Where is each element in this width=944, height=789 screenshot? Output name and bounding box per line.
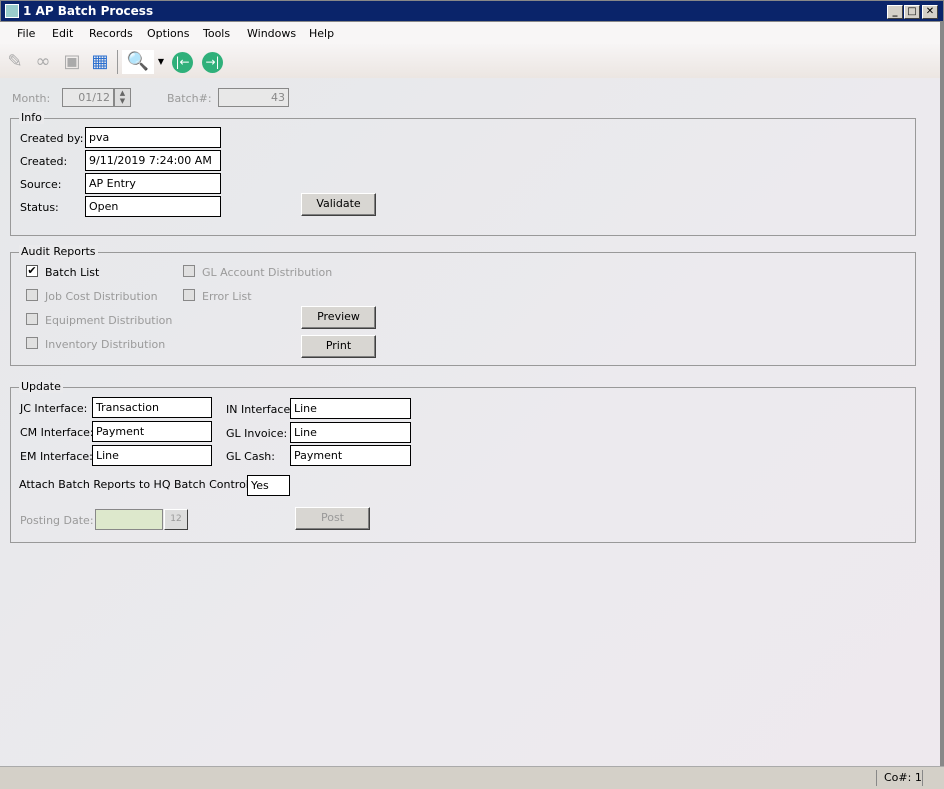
menu-bar: File Edit Records Options Tools Windows … [0, 22, 940, 44]
batch-list-label: Batch List [45, 266, 100, 279]
maximize-button[interactable]: □ [904, 5, 920, 19]
jc-interface-label: JC Interface: [20, 402, 88, 415]
em-interface-field[interactable]: Line [92, 445, 212, 466]
status-bar: Co#: 1 [0, 766, 944, 789]
batch-label: Batch#: [167, 92, 212, 105]
last-record-icon[interactable]: →| [202, 52, 223, 73]
batch-input: 43 [218, 88, 289, 107]
month-spinner[interactable]: ▲ ▼ [114, 88, 131, 107]
cm-interface-label: CM Interface: [20, 426, 94, 439]
box-icon[interactable]: ▣ [60, 50, 84, 74]
update-title: Update [19, 380, 63, 393]
binoculars-icon[interactable]: ∞ [31, 50, 55, 74]
dropdown-arrow-icon[interactable]: ▼ [155, 50, 167, 74]
info-title: Info [19, 111, 44, 124]
preview-button[interactable]: Preview [301, 306, 376, 329]
created-label: Created: [20, 155, 68, 168]
calculator-icon[interactable]: ▦ [88, 50, 112, 74]
title-bar: 1 AP Batch Process _ □ ✕ [0, 0, 944, 22]
post-button[interactable]: Post [295, 507, 370, 530]
em-interface-label: EM Interface: [20, 450, 93, 463]
source-field[interactable]: AP Entry [85, 173, 221, 194]
audit-reports-title: Audit Reports [19, 245, 98, 258]
cm-interface-field[interactable]: Payment [92, 421, 212, 442]
menu-records[interactable]: Records [89, 27, 133, 40]
menu-edit[interactable]: Edit [52, 27, 73, 40]
status-field[interactable]: Open [85, 196, 221, 217]
form-icon [5, 4, 19, 18]
gl-invoice-field[interactable]: Line [290, 422, 411, 443]
attach-batch-reports-field[interactable]: Yes [247, 475, 290, 496]
toolbar-separator [117, 50, 118, 74]
equipment-distribution-checkbox[interactable] [26, 313, 38, 325]
first-record-icon[interactable]: |← [172, 52, 193, 73]
created-by-field[interactable]: pva [85, 127, 221, 148]
gl-cash-field[interactable]: Payment [290, 445, 411, 466]
gl-invoice-label: GL Invoice: [226, 427, 288, 440]
minimize-button[interactable]: _ [887, 5, 903, 19]
posting-date-input[interactable] [95, 509, 163, 530]
source-label: Source: [20, 178, 62, 191]
print-button[interactable]: Print [301, 335, 376, 358]
in-interface-field[interactable]: Line [290, 398, 411, 419]
validate-button[interactable]: Validate [301, 193, 376, 216]
month-label: Month: [12, 92, 51, 105]
calendar-icon[interactable]: 12 [164, 509, 188, 530]
gl-account-distribution-checkbox[interactable] [183, 265, 195, 277]
menu-help[interactable]: Help [309, 27, 334, 40]
inventory-distribution-checkbox[interactable] [26, 337, 38, 349]
in-interface-label: IN Interface: [226, 403, 294, 416]
menu-options[interactable]: Options [147, 27, 189, 40]
inventory-distribution-label: Inventory Distribution [45, 338, 166, 351]
attach-batch-reports-label: Attach Batch Reports to HQ Batch Control… [19, 478, 253, 491]
job-cost-distribution-checkbox[interactable] [26, 289, 38, 301]
gl-account-distribution-label: GL Account Distribution [202, 266, 333, 279]
menu-tools[interactable]: Tools [203, 27, 230, 40]
post-note-icon[interactable]: ✎ [3, 50, 27, 74]
window-title: 1 AP Batch Process [23, 4, 154, 18]
status-divider [876, 770, 877, 786]
month-input[interactable]: 01/12 [62, 88, 114, 107]
company-number: Co#: 1 [884, 771, 922, 784]
close-button[interactable]: ✕ [922, 5, 938, 19]
status-label: Status: [20, 201, 59, 214]
form-body: Month: 01/12 ▲ ▼ Batch#: 43 Info Created … [0, 78, 940, 766]
print-preview-icon[interactable]: 🔍 [122, 50, 154, 74]
error-list-checkbox[interactable] [183, 289, 195, 301]
batch-list-checkbox[interactable]: ✔ [26, 265, 38, 277]
menu-windows[interactable]: Windows [247, 27, 296, 40]
created-by-label: Created by: [20, 132, 84, 145]
posting-date-label: Posting Date: [20, 514, 94, 527]
jc-interface-field[interactable]: Transaction [92, 397, 212, 418]
equipment-distribution-label: Equipment Distribution [45, 314, 173, 327]
status-divider [922, 770, 923, 786]
created-field[interactable]: 9/11/2019 7:24:00 AM [85, 150, 221, 171]
job-cost-distribution-label: Job Cost Distribution [45, 290, 158, 303]
toolbar: ✎ ∞ ▣ ▦ 🔍 ▼ |← →| [0, 44, 940, 78]
gl-cash-label: GL Cash: [226, 450, 275, 463]
error-list-label: Error List [202, 290, 252, 303]
window-border [940, 22, 944, 766]
menu-file[interactable]: File [17, 27, 35, 40]
